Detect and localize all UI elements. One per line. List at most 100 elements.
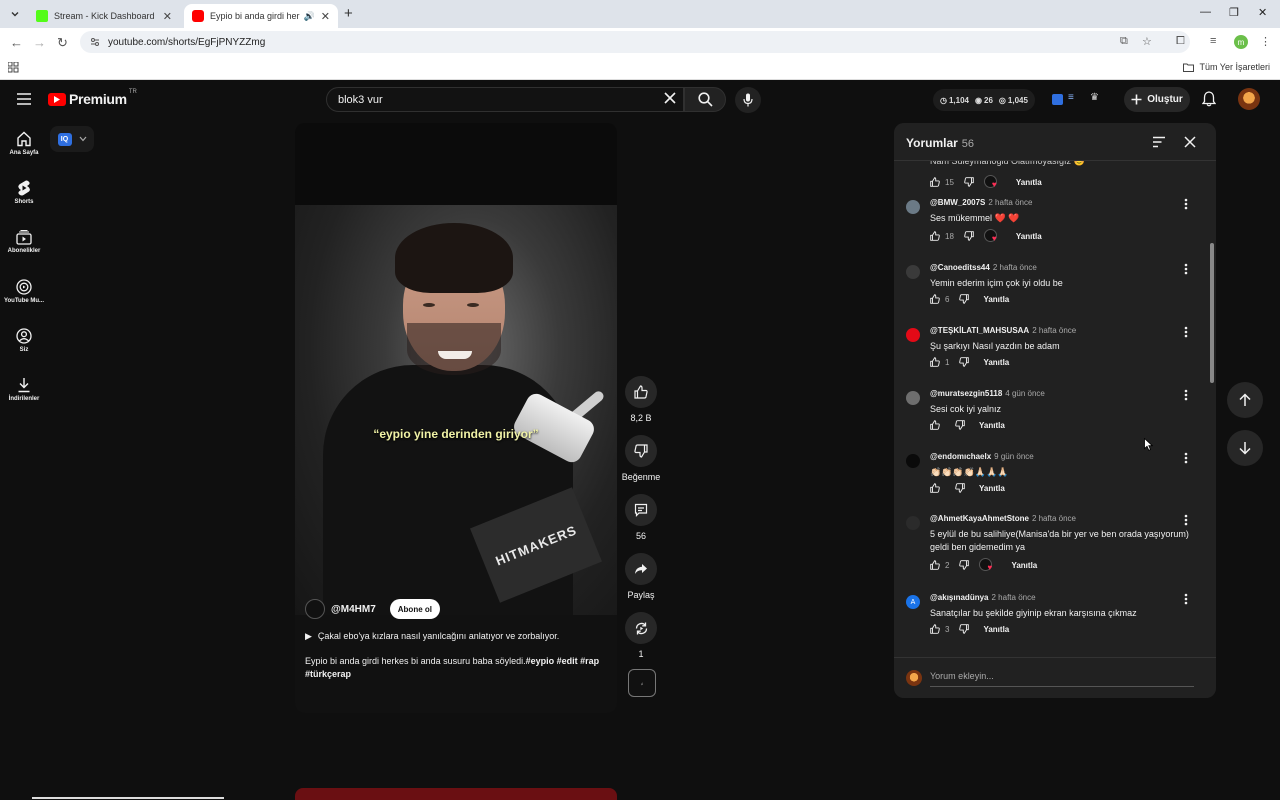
comment-more-icon[interactable] [1184, 514, 1188, 526]
shorts-player[interactable]: HITMAKERS “eypio yine derinden giriyor” … [295, 123, 617, 713]
thumbs-down-icon[interactable] [964, 231, 974, 241]
sort-icon[interactable] [1152, 136, 1166, 148]
notifications-bell-icon[interactable] [1202, 91, 1216, 107]
sidebar-item-downloads[interactable]: İndirilenler [0, 377, 48, 402]
reply-button[interactable]: Yanıtla [983, 358, 1009, 367]
next-short-preview[interactable] [295, 788, 617, 800]
iq-extension-button[interactable]: IQ [50, 126, 94, 152]
sidebar-item-you[interactable]: Siz [0, 328, 48, 353]
extensions-icon[interactable]: ⧠ [1176, 35, 1185, 48]
sound-thumbnail[interactable]: ♫ [628, 669, 656, 697]
like-button[interactable]: 8,2 B [620, 376, 662, 423]
hamburger-menu-icon[interactable] [16, 92, 32, 106]
site-info-icon[interactable] [90, 37, 100, 47]
list-extension-icon[interactable]: ≡ [1068, 92, 1074, 103]
comment-time[interactable]: 2 hafta önce [993, 263, 1037, 272]
thumbs-down-icon[interactable] [955, 483, 965, 493]
remix-button[interactable]: 1 [620, 612, 662, 659]
speaker-icon[interactable]: 🔊 [304, 11, 315, 22]
all-bookmarks-button[interactable]: Tüm Yer İşaretleri [1183, 62, 1270, 72]
comment-avatar[interactable]: A [906, 595, 920, 609]
reading-list-icon[interactable]: ≡ [1210, 35, 1216, 47]
comment-time[interactable]: 2 hafta önce [1032, 514, 1076, 523]
comment-time[interactable]: 2 hafta önce [1032, 326, 1076, 335]
thumbs-up-icon[interactable] [930, 357, 940, 367]
dislike-button[interactable]: Beğenme [620, 435, 662, 482]
comment-time[interactable]: 2 hafta önce [992, 593, 1036, 602]
new-tab-button[interactable]: + [344, 5, 353, 22]
comment-author[interactable]: @Canoeditss44 [930, 263, 990, 272]
comment-more-icon[interactable] [1184, 198, 1188, 210]
tab-kick-dashboard[interactable]: Stream - Kick Dashboard ✕ [28, 4, 180, 28]
channel-name[interactable]: @M4HM7 [331, 604, 376, 615]
sidebar-item-subscriptions[interactable]: Abonelikler [0, 230, 48, 254]
create-button[interactable]: Oluştur [1124, 87, 1190, 112]
tab-youtube-short[interactable]: Eypio bi anda girdi herkes b 🔊 ✕ [184, 4, 338, 28]
minimize-icon[interactable]: — [1200, 6, 1211, 18]
clear-search-icon[interactable] [664, 92, 676, 104]
install-app-icon[interactable]: ⧉ [1120, 35, 1128, 48]
comment-avatar[interactable] [906, 200, 920, 214]
search-input[interactable]: blok3 vur [326, 87, 684, 112]
iq-extension-icon[interactable] [1052, 94, 1063, 105]
thumbs-down-icon[interactable] [955, 420, 965, 430]
comment-input[interactable]: Yorum ekleyin... [930, 671, 994, 681]
youtube-premium-logo[interactable]: Premium TR [48, 89, 137, 107]
more-menu-icon[interactable]: ⋮ [1260, 35, 1271, 48]
reply-button[interactable]: Yanıtla [1011, 561, 1037, 570]
reply-button[interactable]: Yanıtla [983, 295, 1009, 304]
comment-author[interactable]: @AhmetKayaAhmetStone [930, 514, 1029, 523]
profile-avatar[interactable]: m [1234, 35, 1248, 49]
comment-more-icon[interactable] [1184, 452, 1188, 464]
apps-grid-icon[interactable] [8, 62, 19, 73]
thumbs-down-icon[interactable] [959, 294, 970, 304]
comment-author[interactable]: @endomıchaelx [930, 452, 991, 461]
channel-avatar[interactable] [305, 599, 325, 619]
comment-more-icon[interactable] [1184, 593, 1188, 605]
thumbs-up-icon[interactable] [930, 483, 940, 493]
extension-stats-pill[interactable]: ◷ 1,104 ◉ 26 ◎ 1,045 [933, 89, 1035, 111]
comment-more-icon[interactable] [1184, 326, 1188, 338]
close-window-icon[interactable]: ✕ [1258, 6, 1267, 19]
forward-icon[interactable]: → [33, 35, 46, 50]
thumbs-up-icon[interactable] [930, 624, 940, 634]
subscribe-button[interactable]: Abone ol [389, 599, 440, 619]
thumbs-up-icon[interactable] [930, 231, 940, 241]
comment-avatar[interactable] [906, 516, 920, 530]
thumbs-down-icon[interactable] [964, 177, 974, 187]
thumbs-up-icon[interactable] [930, 420, 940, 430]
next-short-button[interactable] [1227, 430, 1263, 466]
comments-scrollbar-thumb[interactable] [1210, 243, 1214, 383]
trophy-icon[interactable]: ♛ [1090, 92, 1099, 103]
comment-avatar[interactable] [906, 328, 920, 342]
search-button[interactable] [684, 87, 726, 112]
restore-icon[interactable]: ❐ [1229, 6, 1239, 19]
reply-button[interactable]: Yanıtla [1016, 178, 1042, 187]
share-button[interactable]: Paylaş [620, 553, 662, 600]
comment-time[interactable]: 2 hafta önce [988, 198, 1032, 207]
comment-author[interactable]: @BMW_2007S [930, 198, 985, 207]
comment-avatar[interactable] [906, 454, 920, 468]
thumbs-up-icon[interactable] [930, 177, 940, 187]
back-icon[interactable]: ← [10, 35, 23, 50]
thumbs-down-icon[interactable] [959, 560, 970, 570]
reply-button[interactable]: Yanıtla [1016, 232, 1042, 241]
sidebar-item-shorts[interactable]: Shorts [0, 180, 48, 205]
reply-button[interactable]: Yanıtla [979, 421, 1005, 430]
reload-icon[interactable]: ↻ [57, 35, 68, 51]
sidebar-item-home[interactable]: Ana Sayfa [0, 131, 48, 156]
thumbs-up-icon[interactable] [930, 294, 940, 304]
tab-search-button[interactable] [6, 5, 24, 23]
account-avatar[interactable] [1238, 88, 1260, 110]
comment-author[interactable]: @muratsezgin5118 [930, 389, 1002, 398]
comments-button[interactable]: 56 [620, 494, 662, 541]
close-icon[interactable]: ✕ [163, 10, 172, 23]
comment-time[interactable]: 9 gün önce [994, 452, 1034, 461]
close-icon[interactable] [1184, 136, 1196, 148]
bookmark-star-icon[interactable]: ☆ [1142, 35, 1152, 48]
url-field[interactable]: youtube.com/shorts/EgFjPNYZZmg [80, 31, 1190, 53]
thumbs-up-icon[interactable] [930, 560, 940, 570]
reply-button[interactable]: Yanıtla [983, 625, 1009, 634]
comments-scrollbar[interactable] [1210, 161, 1215, 657]
video-frame[interactable]: HITMAKERS “eypio yine derinden giriyor” [295, 205, 617, 615]
